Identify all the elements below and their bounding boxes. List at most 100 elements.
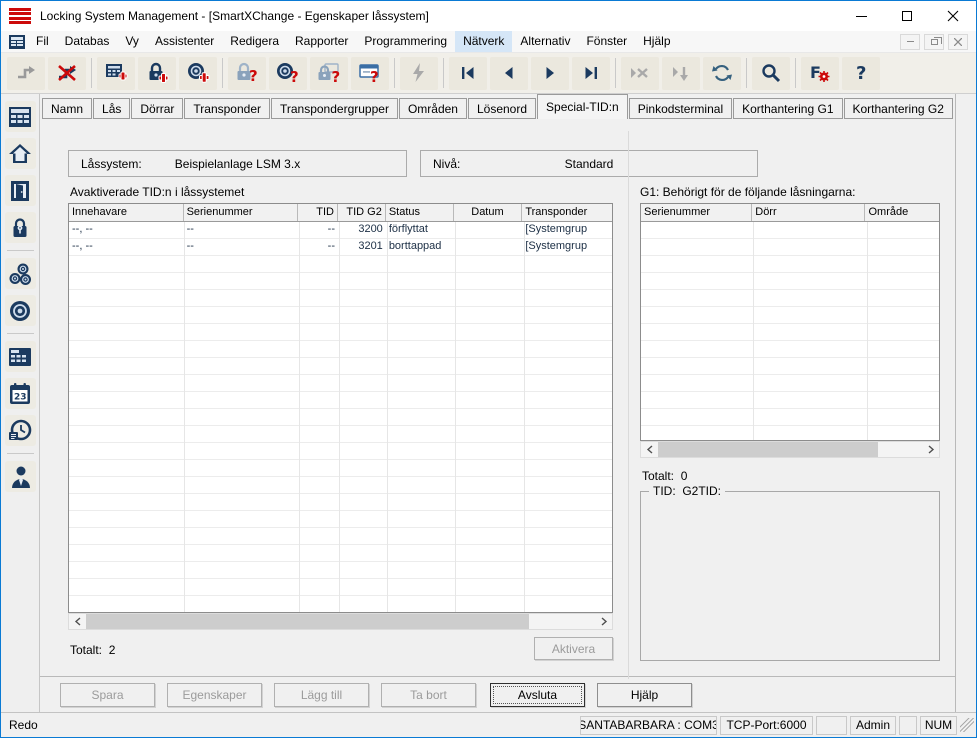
table-header-row[interactable]: Innehavare Serienummer TID TID G2 Status… (69, 204, 612, 222)
table-row[interactable]: --, -- -- -- 3200 förflyttat [Systemgrup (69, 222, 612, 239)
minimize-button[interactable] (838, 1, 884, 31)
mdi-close-button[interactable] (948, 33, 968, 50)
col-innehavare[interactable]: Innehavare (69, 204, 184, 221)
flash-button[interactable] (400, 56, 438, 90)
sidebar-list-matrix-button[interactable] (4, 341, 36, 372)
scroll-left-icon[interactable] (69, 614, 85, 629)
nav-first-icon (462, 67, 474, 79)
menu-databas[interactable]: Databas (57, 31, 118, 52)
col-transponder[interactable]: Transponder (522, 204, 612, 221)
col-omrade[interactable]: Område (865, 204, 939, 221)
sidebar-calendar-button[interactable]: 23 (4, 378, 36, 409)
filter-settings-button[interactable]: F (801, 56, 839, 90)
nav-prev-button[interactable] (490, 56, 528, 90)
tab-korthantering-g2[interactable]: Korthantering G2 (843, 98, 953, 119)
menu-assistenter[interactable]: Assistenter (147, 31, 222, 52)
tab-omraden[interactable]: Områden (398, 98, 467, 119)
read-window-button[interactable]: ? (351, 56, 389, 90)
minimize-icon (855, 15, 867, 17)
menu-fonster[interactable]: Fönster (578, 31, 635, 52)
nav-skip-down-button[interactable] (662, 56, 700, 90)
tab-losenord[interactable]: Lösenord (467, 98, 537, 119)
sidebar-time-log-button[interactable] (4, 415, 36, 446)
menu-rapporter[interactable]: Rapporter (287, 31, 356, 52)
tab-special-tidn[interactable]: Special-TID:n (537, 94, 628, 119)
scroll-left-icon[interactable] (641, 442, 657, 457)
lagg-till-button[interactable]: Lägg till (274, 682, 369, 707)
menu-bar: Fil Databas Vy Assistenter Redigera Rapp… (1, 31, 976, 53)
menu-programmering[interactable]: Programmering (356, 31, 455, 52)
spara-button[interactable]: Spara (60, 682, 155, 707)
nav-prev-icon (505, 67, 513, 79)
sidebar-door-button[interactable] (4, 175, 36, 206)
menu-natverk[interactable]: Nätverk (455, 31, 513, 52)
lock-icon (13, 217, 27, 237)
sidebar-lock-button[interactable] (4, 212, 36, 243)
ta-bort-button[interactable]: Ta bort (381, 682, 476, 707)
col-datum[interactable]: Datum (454, 204, 523, 221)
sidebar-transponder-group-button[interactable] (4, 258, 36, 289)
menu-redigera[interactable]: Redigera (222, 31, 287, 52)
mdi-restore-button[interactable] (924, 33, 944, 50)
col-serienummer-g1[interactable]: Serienummer (641, 204, 753, 221)
col-tid[interactable]: TID (298, 204, 338, 221)
right-table-hscrollbar[interactable] (640, 441, 940, 458)
nav-next-button[interactable] (531, 56, 569, 90)
tab-namn[interactable]: Namn (42, 98, 93, 119)
menu-vy[interactable]: Vy (117, 31, 147, 52)
menu-alternativ[interactable]: Alternativ (512, 31, 578, 52)
aktivera-button[interactable]: Aktivera (534, 637, 613, 660)
deactivated-tids-table[interactable]: Innehavare Serienummer TID TID G2 Status… (68, 203, 613, 613)
col-status[interactable]: Status (386, 204, 454, 221)
nav-last-button[interactable] (572, 56, 610, 90)
tab-las[interactable]: Lås (93, 98, 131, 119)
nav-skip-x-button[interactable] (621, 56, 659, 90)
sidebar-separator (6, 250, 34, 251)
resize-grip[interactable] (960, 718, 974, 732)
tab-transpondergrupper[interactable]: Transpondergrupper (270, 98, 398, 119)
new-transponder-button[interactable] (179, 56, 217, 90)
table-row[interactable]: --, -- -- -- 3201 borttappad [Systemgrup (69, 239, 612, 256)
nav-first-button[interactable] (449, 56, 487, 90)
read-transponder-button[interactable]: ? (269, 56, 307, 90)
tab-transponder[interactable]: Transponder (184, 98, 270, 119)
svg-text:?: ? (856, 63, 866, 84)
toolbar-separator (394, 58, 395, 88)
sidebar-matrix-button[interactable] (4, 101, 36, 132)
mdi-minimize-button[interactable] (900, 33, 920, 50)
read-transponder-icon: ? (277, 63, 299, 85)
help-button[interactable]: ? (842, 56, 880, 90)
tab-dorrar[interactable]: Dörrar (131, 98, 184, 119)
left-table-hscrollbar[interactable] (68, 613, 613, 630)
hjalp-button[interactable]: Hjälp (597, 682, 692, 707)
g1-authorized-locks-table[interactable]: Serienummer Dörr Område (640, 203, 940, 441)
egenskaper-button[interactable]: Egenskaper (167, 682, 262, 707)
scroll-thumb[interactable] (658, 442, 878, 457)
close-button[interactable] (930, 1, 976, 31)
read-lock-alt-button[interactable]: ? (310, 56, 348, 90)
sync-arrow-button[interactable] (7, 56, 45, 90)
tab-pinkodsterminal[interactable]: Pinkodsterminal (628, 98, 733, 119)
col-dorr[interactable]: Dörr (752, 204, 866, 221)
scroll-right-icon[interactable] (596, 614, 612, 629)
menu-hjalp[interactable]: Hjälp (635, 31, 678, 52)
col-serienummer[interactable]: Serienummer (184, 204, 299, 221)
menu-fil[interactable]: Fil (28, 31, 57, 52)
table-header-row[interactable]: Serienummer Dörr Område (641, 204, 939, 222)
sidebar-home-button[interactable] (4, 138, 36, 169)
scroll-right-icon[interactable] (923, 442, 939, 457)
scroll-thumb[interactable] (86, 614, 529, 629)
disconnect-button[interactable] (48, 56, 86, 90)
col-tid-g2[interactable]: TID G2 (338, 204, 386, 221)
sidebar-transponder-button[interactable] (4, 295, 36, 326)
refresh-button[interactable] (703, 56, 741, 90)
tab-korthantering-g1[interactable]: Korthantering G1 (733, 98, 843, 119)
new-lock-button[interactable] (138, 56, 176, 90)
avsluta-button[interactable]: Avsluta (490, 682, 585, 707)
new-locking-plan-button[interactable] (97, 56, 135, 90)
maximize-button[interactable] (884, 1, 930, 31)
search-button[interactable] (752, 56, 790, 90)
sidebar-user-button[interactable] (4, 461, 36, 492)
status-bar: Redo SANTABARBARA : COM3 TCP-Port:6000 A… (1, 712, 976, 737)
read-lock-button[interactable]: ? (228, 56, 266, 90)
